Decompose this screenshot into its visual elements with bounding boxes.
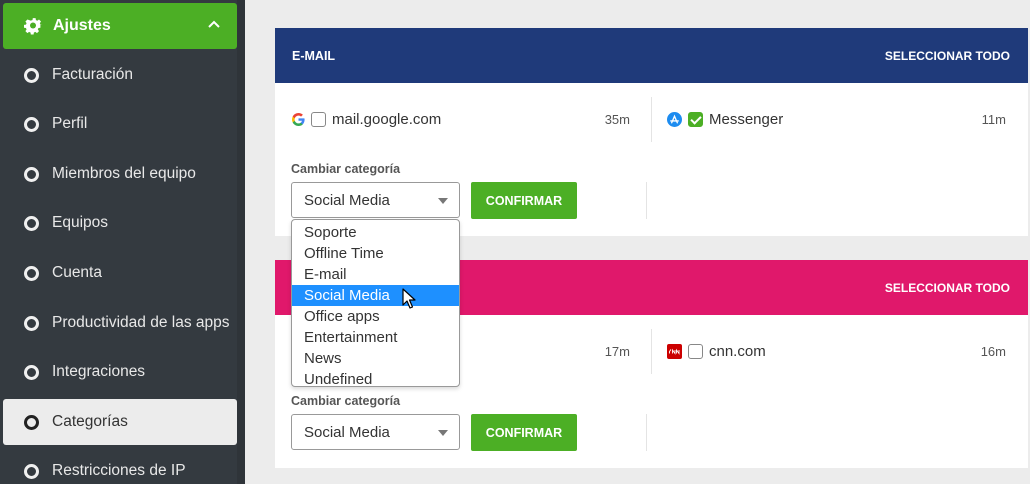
- settings-menu-header[interactable]: Ajustes: [3, 3, 237, 49]
- confirm-button[interactable]: CONFIRMAR: [471, 182, 577, 219]
- dropdown-option[interactable]: Entertainment: [292, 327, 459, 348]
- select-all-link[interactable]: SELECCIONAR TODO: [885, 281, 1010, 295]
- app-time: 16m: [980, 344, 1006, 359]
- category-select[interactable]: Social Media: [291, 414, 460, 450]
- category-title: E-MAIL: [292, 48, 336, 63]
- sidebar-item-facturacion[interactable]: Facturación: [3, 52, 237, 98]
- change-category-label: Cambiar categoría: [291, 162, 401, 176]
- sidebar-item-label: Equipos: [52, 214, 109, 231]
- confirm-button[interactable]: CONFIRMAR: [471, 414, 577, 451]
- circle-icon: [24, 463, 39, 479]
- dropdown-option[interactable]: Offline Time: [292, 243, 459, 264]
- circle-icon: [24, 67, 39, 83]
- dropdown-option-highlighted[interactable]: Social Media: [292, 285, 459, 306]
- chevron-up-icon: [208, 20, 220, 28]
- divider: [651, 97, 652, 142]
- sidebar-item-label: Miembros del equipo: [52, 165, 196, 182]
- sidebar-item-label: Integraciones: [52, 363, 146, 380]
- category-header: E-MAIL SELECCIONAR TODO: [275, 28, 1028, 83]
- circle-icon: [24, 315, 39, 331]
- sidebar-item-productividad[interactable]: Productividad de las apps: [3, 300, 237, 346]
- category-select[interactable]: Social Media: [291, 182, 460, 218]
- divider: [651, 329, 652, 374]
- sidebar-item-cuenta[interactable]: Cuenta: [3, 250, 237, 296]
- circle-icon: [24, 166, 39, 182]
- dropdown-option[interactable]: Undefined: [292, 369, 459, 390]
- sidebar-item-miembros[interactable]: Miembros del equipo: [3, 151, 237, 197]
- sidebar-item-categorias[interactable]: Categorías: [3, 399, 237, 445]
- app-item: Messenger 11m: [667, 83, 1028, 156]
- category-card-email: E-MAIL SELECCIONAR TODO mail.google.com …: [275, 28, 1028, 236]
- google-icon: [292, 113, 305, 126]
- select-all-link[interactable]: SELECCIONAR TODO: [885, 49, 1010, 63]
- sidebar-item-label: Cuenta: [52, 264, 102, 281]
- circle-icon: [24, 414, 39, 430]
- mouse-cursor-icon: [402, 288, 416, 309]
- app-time: 35m: [604, 112, 630, 127]
- circle-icon: [24, 215, 39, 231]
- sidebar-item-equipos[interactable]: Equipos: [3, 200, 237, 246]
- dropdown-option[interactable]: Soporte: [292, 222, 459, 243]
- app-checkbox[interactable]: [688, 344, 703, 359]
- sidebar: Ajustes Facturación Perfil Miembros del …: [0, 0, 245, 484]
- sidebar-item-label: Perfil: [52, 115, 88, 132]
- circle-icon: [24, 265, 39, 281]
- sidebar-item-label: Categorías: [52, 413, 128, 430]
- cnn-icon: [667, 344, 682, 359]
- category-select-value: Social Media: [304, 423, 390, 441]
- sidebar-scrollbar[interactable]: [237, 0, 245, 484]
- sidebar-item-restricciones-ip[interactable]: Restricciones de IP: [3, 448, 237, 484]
- circle-icon: [24, 364, 39, 380]
- app-checkbox[interactable]: [311, 112, 326, 127]
- sidebar-item-integraciones[interactable]: Integraciones: [3, 349, 237, 395]
- app-name: cnn.com: [709, 343, 766, 360]
- app-name: Messenger: [709, 111, 784, 128]
- sidebar-item-perfil[interactable]: Perfil: [3, 101, 237, 147]
- sidebar-item-label: Restricciones de IP: [52, 462, 186, 479]
- dropdown-option[interactable]: Office apps: [292, 306, 459, 327]
- app-store-icon: [667, 112, 682, 127]
- dropdown-option[interactable]: News: [292, 348, 459, 369]
- sidebar-item-label: Facturación: [52, 66, 133, 83]
- app-time: 17m: [604, 344, 630, 359]
- caret-down-icon: [438, 430, 448, 436]
- sidebar-item-label: Productividad de las apps: [52, 314, 230, 331]
- circle-icon: [24, 116, 39, 132]
- app-name: mail.google.com: [332, 111, 442, 128]
- app-checkbox[interactable]: [688, 112, 703, 127]
- app-item: mail.google.com 35m: [292, 83, 652, 156]
- category-dropdown-list[interactable]: Soporte Offline Time E-mail Social Media…: [291, 219, 460, 390]
- gear-icon: [24, 18, 43, 35]
- category-select-value: Social Media: [304, 191, 390, 209]
- dropdown-option[interactable]: E-mail: [292, 264, 459, 285]
- sidebar-header-label: Ajustes: [53, 17, 111, 34]
- divider: [646, 182, 647, 219]
- app-row: mail.google.com 35m Messenger 11m: [275, 83, 1028, 156]
- app-item: cnn.com 16m: [667, 315, 1028, 388]
- change-category-label: Cambiar categoría: [291, 394, 401, 408]
- caret-down-icon: [438, 198, 448, 204]
- divider: [646, 414, 647, 451]
- app-time: 11m: [981, 112, 1006, 127]
